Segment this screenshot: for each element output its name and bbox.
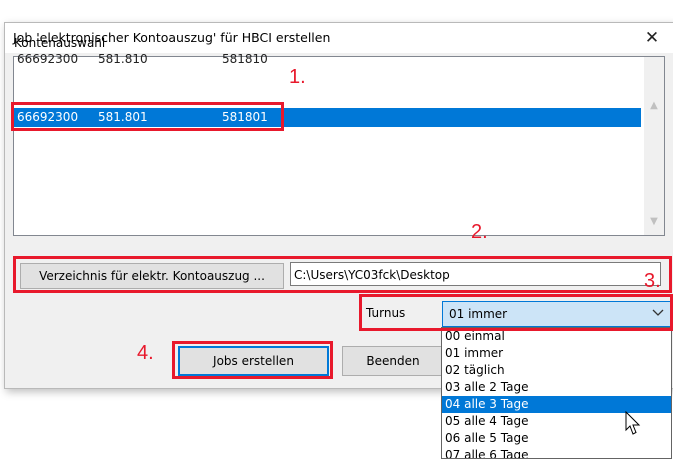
close-button[interactable]: ✕	[630, 23, 673, 53]
accounts-listbox[interactable]: 66692300 581.810 581810 66692300 581.801…	[13, 52, 665, 236]
account-number-formatted: 581.810	[98, 52, 148, 66]
annotation-box-account	[11, 102, 284, 131]
vertical-scrollbar[interactable]: ▲ ▼	[644, 57, 664, 235]
dropdown-option[interactable]: 01 immer	[442, 345, 671, 362]
mouse-pointer-icon	[625, 411, 641, 435]
annotation-box-turnus	[359, 294, 673, 331]
accounts-label: Kontenauswahl	[14, 36, 106, 50]
annotation-box-directory	[13, 256, 672, 293]
annotation-box-create	[172, 341, 333, 379]
annotation-number-2: 2.	[471, 221, 488, 243]
account-blz: 66692300	[17, 52, 79, 66]
chevron-down-icon[interactable]: ▼	[644, 213, 664, 230]
account-number: 581810	[222, 52, 268, 66]
chevron-up-icon[interactable]: ▲	[644, 97, 664, 114]
list-item[interactable]: 66692300 581.810 581810	[14, 50, 641, 69]
dropdown-option[interactable]: 03 alle 2 Tage	[442, 379, 671, 396]
exit-button[interactable]: Beenden	[342, 346, 444, 376]
annotation-number-1: 1.	[289, 66, 306, 88]
dropdown-option[interactable]: 07 alle 6 Tage	[442, 447, 671, 458]
annotation-number-3: 3.	[644, 270, 661, 292]
turnus-dropdown-list[interactable]: 00 einmal 01 immer 02 täglich 03 alle 2 …	[441, 327, 672, 459]
close-icon: ✕	[644, 28, 660, 48]
annotation-number-4: 4.	[137, 342, 154, 364]
dropdown-option[interactable]: 02 täglich	[442, 362, 671, 379]
